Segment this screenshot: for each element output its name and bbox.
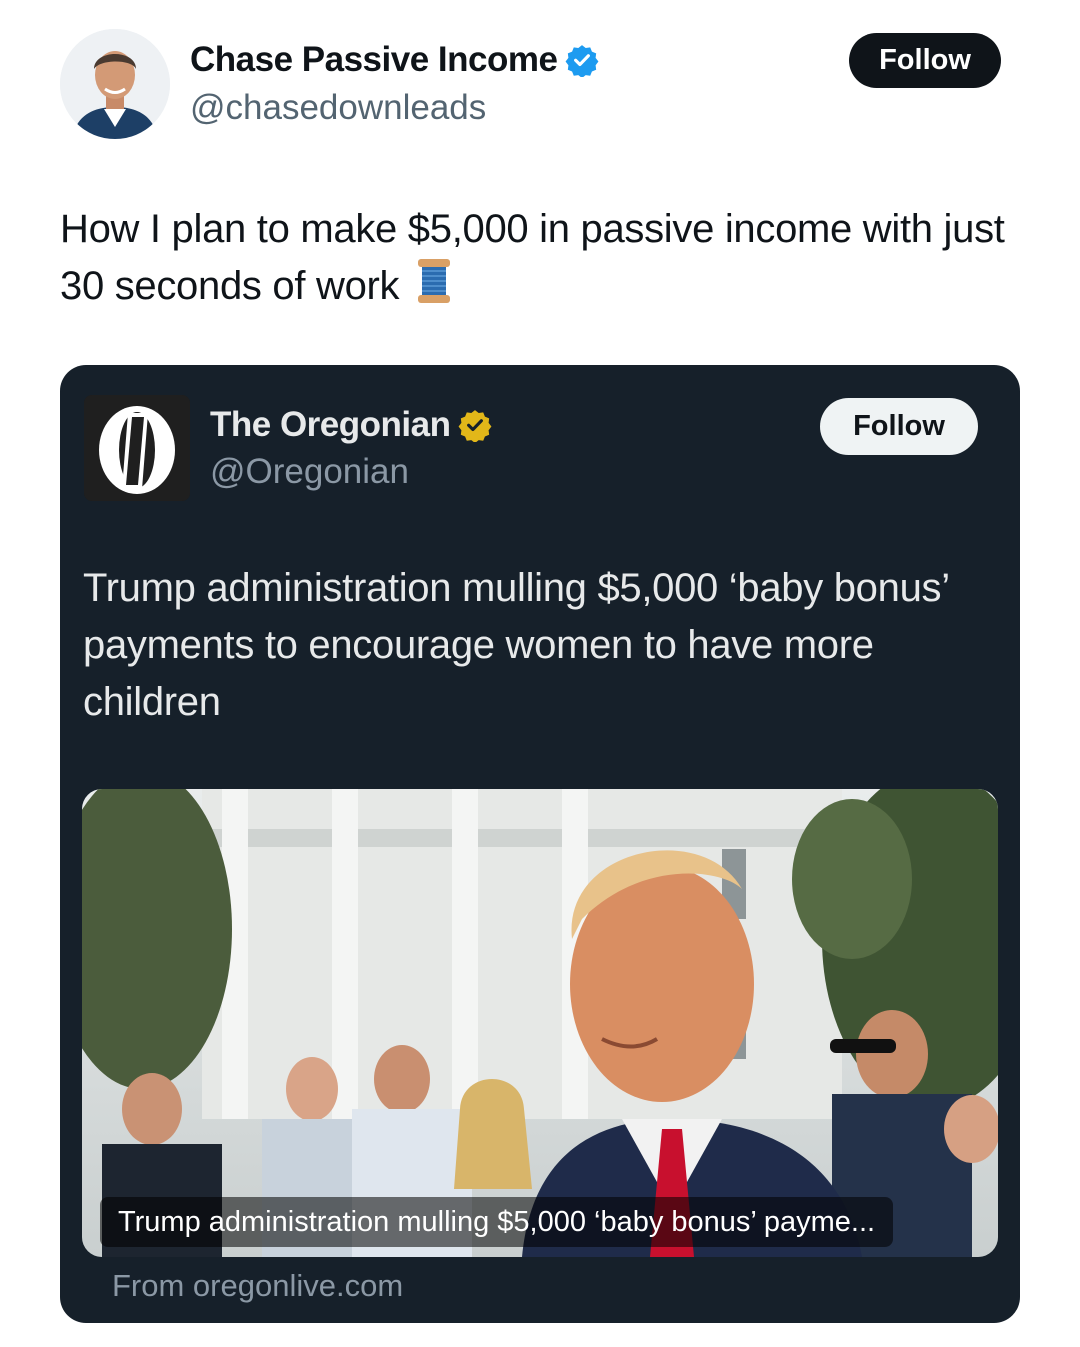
link-source[interactable]: From oregonlive.com: [112, 1268, 403, 1304]
author-name[interactable]: Chase Passive Income: [190, 40, 599, 80]
person-avatar-icon: [60, 29, 170, 139]
link-card-caption: Trump administration mulling $5,000 ‘bab…: [100, 1197, 894, 1247]
follow-button[interactable]: Follow: [849, 33, 1001, 88]
quoted-author-handle[interactable]: @Oregonian: [210, 452, 409, 492]
quoted-tweet[interactable]: The Oregonian @Oregonian Follow Trump ad…: [60, 365, 1020, 1323]
quoted-tweet-text: Trump administration mulling $5,000 ‘bab…: [83, 566, 949, 724]
verified-badge-icon: [565, 43, 599, 78]
spool-of-thread-icon: [416, 257, 452, 320]
author-name-text: Chase Passive Income: [190, 40, 558, 79]
quoted-follow-button[interactable]: Follow: [820, 398, 978, 455]
gold-verified-badge-icon: [458, 408, 492, 443]
author-handle[interactable]: @chasedownleads: [190, 88, 486, 128]
tweet-text: How I plan to make $5,000 in passive inc…: [60, 201, 1040, 320]
link-card[interactable]: Trump administration mulling $5,000 ‘bab…: [82, 789, 998, 1257]
oregonian-o-logo-icon: [84, 395, 190, 501]
oregonian-logo[interactable]: [84, 395, 190, 501]
quoted-author-name-text: The Oregonian: [210, 405, 451, 444]
tweet-body: How I plan to make $5,000 in passive inc…: [60, 207, 1005, 308]
quoted-author-name[interactable]: The Oregonian: [210, 405, 492, 445]
article-photo-image: [82, 789, 998, 1257]
author-avatar[interactable]: [60, 29, 170, 139]
